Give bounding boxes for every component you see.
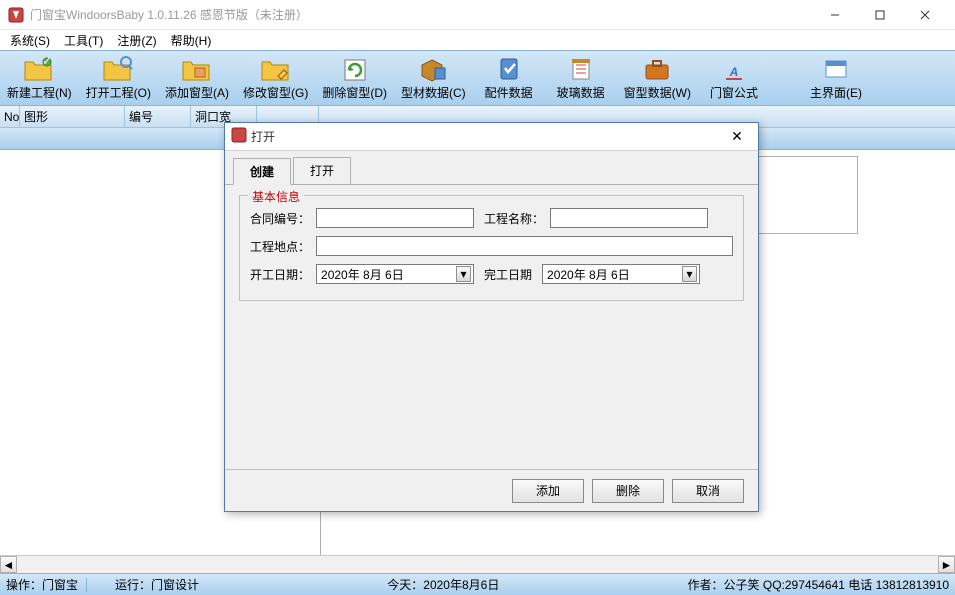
notepad-icon [565,55,597,83]
window-title: 门窗宝WindoorsBaby 1.0.11.26 感恩节版（未注册） [30,6,812,23]
label-start-date: 开工日期： [250,266,310,283]
status-today-value: 2020年8月6日 [423,576,499,593]
dialog-titlebar[interactable]: 打开 ✕ [225,123,758,151]
profile-icon [417,55,449,83]
clipboard-check-icon [493,55,525,83]
tool-delete-window-type[interactable]: 删除窗型(D) [315,51,394,105]
status-run-value: 门窗设计 [151,576,199,593]
tool-glass-data[interactable]: 玻璃数据 [545,51,617,105]
menu-register[interactable]: 注册(Z) [111,30,162,50]
add-button[interactable]: 添加 [512,479,584,503]
menubar: 系统(S) 工具(T) 注册(Z) 帮助(H) [0,30,955,50]
menu-system[interactable]: 系统(S) [4,30,56,50]
menu-tools[interactable]: 工具(T) [58,30,109,50]
dialog-body: 基本信息 合同编号： 工程名称： 工程地点： 开工日期： 2020年 8月 6日… [225,185,758,311]
label-project-location: 工程地点： [250,238,310,255]
tool-profile-data[interactable]: 型材数据(C) [394,51,473,105]
basic-info-fieldset: 基本信息 合同编号： 工程名称： 工程地点： 开工日期： 2020年 8月 6日… [239,195,744,301]
statusbar: 操作： 门窗宝 运行： 门窗设计 今天： 2020年8月6日 作者：公子笑 QQ… [0,573,955,595]
status-today-label: 今天： [387,576,423,593]
select-end-date[interactable]: 2020年 8月 6日 ▾ [542,264,700,284]
maximize-button[interactable] [857,1,902,29]
status-op-value: 门窗宝 [42,576,78,593]
svg-text:✓: ✓ [42,56,52,68]
folder-open-icon [102,55,134,83]
input-project-name[interactable] [550,208,708,228]
folder-add-icon [181,55,213,83]
tool-window-type-data[interactable]: 窗型数据(W) [617,51,698,105]
tab-create[interactable]: 创建 [233,158,291,185]
scroll-left-button[interactable]: ◄ [0,556,17,573]
dialog-tabs: 创建 打开 [225,151,758,185]
select-start-date[interactable]: 2020年 8月 6日 ▾ [316,264,474,284]
svg-text:A: A [729,65,739,79]
status-op-label: 操作： [6,576,42,593]
fieldset-legend: 基本信息 [248,188,304,205]
tool-edit-window-type[interactable]: 修改窗型(G) [236,51,315,105]
menu-help[interactable]: 帮助(H) [165,30,218,50]
folder-new-icon: ✓ [23,55,55,83]
open-dialog: 打开 ✕ 创建 打开 基本信息 合同编号： 工程名称： 工程地点： 开工日期： … [224,122,759,512]
window-icon [820,55,852,83]
chevron-down-icon[interactable]: ▾ [682,266,697,282]
chevron-down-icon[interactable]: ▾ [456,266,471,282]
status-run-label: 运行： [115,576,151,593]
label-end-date: 完工日期 [484,266,536,283]
label-project-name: 工程名称： [484,210,544,227]
dialog-title: 打开 [251,128,722,145]
label-contract-no: 合同编号： [250,210,310,227]
horizontal-scrollbar[interactable]: ◄ ► [0,555,955,573]
tool-main-ui[interactable]: 主界面(E) [800,51,872,105]
grid-col-no[interactable]: No [0,106,20,127]
tab-open[interactable]: 打开 [293,157,351,184]
grid-col-shape[interactable]: 图形 [20,106,125,127]
app-icon [8,7,24,23]
cancel-button[interactable]: 取消 [672,479,744,503]
dialog-close-button[interactable]: ✕ [722,127,752,147]
tool-formula[interactable]: A 门窗公式 [698,51,770,105]
minimize-button[interactable] [812,1,857,29]
grid-col-code[interactable]: 编号 [125,106,191,127]
tool-open-project[interactable]: 打开工程(O) [79,51,158,105]
main-toolbar: ✓ 新建工程(N) 打开工程(O) 添加窗型(A) 修改窗型(G) 删除窗型(D… [0,50,955,106]
delete-button[interactable]: 删除 [592,479,664,503]
tool-add-window-type[interactable]: 添加窗型(A) [158,51,236,105]
letter-a-icon: A [718,55,750,83]
scroll-right-button[interactable]: ► [938,556,955,573]
titlebar: 门窗宝WindoorsBaby 1.0.11.26 感恩节版（未注册） [0,0,955,30]
refresh-icon [339,55,371,83]
close-button[interactable] [902,1,947,29]
status-author: 作者：公子笑 QQ:297454641 电话 13812813910 [688,576,949,593]
folder-edit-icon [260,55,292,83]
dialog-app-icon [231,127,247,146]
input-contract-no[interactable] [316,208,474,228]
briefcase-icon [641,55,673,83]
input-project-location[interactable] [316,236,733,256]
tool-fittings-data[interactable]: 配件数据 [473,51,545,105]
dialog-footer: 添加 删除 取消 [225,469,758,511]
tool-new-project[interactable]: ✓ 新建工程(N) [0,51,79,105]
